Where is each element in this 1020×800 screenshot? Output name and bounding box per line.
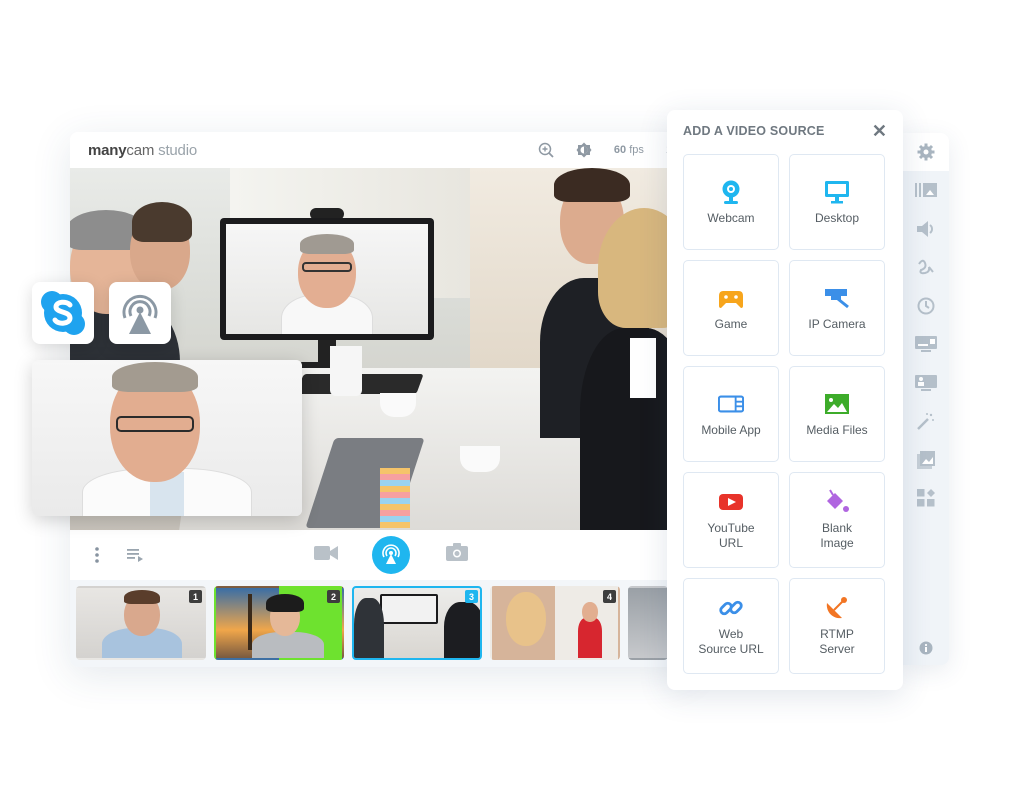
- source-tile-ip-camera[interactable]: IP Camera: [789, 260, 885, 356]
- sticky-notes: [380, 468, 410, 528]
- more-vertical-icon[interactable]: [94, 546, 100, 564]
- tile-label: Media Files: [806, 422, 868, 437]
- tile-label: Desktop: [814, 210, 860, 225]
- source-tile-youtube-url[interactable]: YouTube URL: [683, 472, 779, 568]
- source-grid: Webcam Desktop Game IP Camera Mobile App…: [683, 154, 887, 674]
- source-tile-blank-image[interactable]: Blank Image: [789, 472, 885, 568]
- rail-audio[interactable]: [903, 210, 949, 249]
- rail-drawing[interactable]: [903, 248, 949, 287]
- satellite-dish-icon: [826, 597, 847, 619]
- fps-indicator[interactable]: 60 fps: [614, 144, 644, 156]
- tile-label: Web Source URL: [698, 627, 764, 656]
- coffee-cup: [380, 393, 416, 417]
- playlist-icon[interactable]: [127, 548, 143, 562]
- preset-thumbnail-2[interactable]: 2: [214, 586, 344, 660]
- coffee-cup-2: [460, 446, 500, 472]
- preset-thumbnail-3[interactable]: 3: [352, 586, 482, 660]
- mobile-app-icon: [718, 395, 744, 412]
- image-overlay-icon: [917, 450, 935, 469]
- skype-icon: [41, 291, 85, 335]
- logo-bold: many: [88, 141, 127, 159]
- logo-suffix: studio: [158, 141, 197, 159]
- monitor-screen: [226, 224, 428, 334]
- logo-light: cam: [126, 141, 155, 159]
- rail-lower-thirds[interactable]: [903, 325, 949, 364]
- tile-label: IP Camera: [808, 316, 866, 331]
- desktop-icon: [825, 180, 849, 203]
- panel-header: ADD A VIDEO SOURCE ✕: [683, 122, 887, 140]
- app-logo: manycam studio: [88, 142, 197, 159]
- rail-settings[interactable]: [903, 133, 949, 171]
- paint-bucket-icon: [827, 489, 849, 512]
- preset-number: 4: [603, 590, 616, 603]
- source-tile-webcam[interactable]: Webcam: [683, 154, 779, 250]
- drawing-icon: [918, 260, 934, 275]
- preset-thumbnail-4[interactable]: 4: [490, 586, 620, 660]
- side-rail: [903, 133, 949, 665]
- rail-layers[interactable]: [903, 171, 949, 210]
- source-tile-desktop[interactable]: Desktop: [789, 154, 885, 250]
- tile-label: Webcam: [707, 210, 755, 225]
- fps-value: 60: [613, 144, 627, 156]
- effects-wand-icon: [917, 413, 934, 431]
- broadcast-overlay[interactable]: [109, 282, 171, 344]
- youtube-icon: [719, 494, 743, 510]
- rail-clock[interactable]: [903, 287, 949, 326]
- picture-in-picture-video[interactable]: [32, 360, 302, 516]
- webcam-icon: [722, 180, 740, 204]
- zoom-in-icon[interactable]: [538, 142, 554, 158]
- source-tile-web-source-url[interactable]: Web Source URL: [683, 578, 779, 674]
- titlebar: manycamstudio 60 fps 1: [70, 132, 690, 168]
- close-icon[interactable]: ✕: [872, 122, 887, 140]
- preset-thumbnail-1[interactable]: 1: [76, 586, 206, 660]
- image-icon: [825, 393, 849, 414]
- brightness-icon[interactable]: [576, 142, 592, 158]
- tile-label: Game: [714, 316, 748, 331]
- video-camera-icon[interactable]: [314, 545, 338, 561]
- rail-effects[interactable]: [903, 402, 949, 441]
- clock-icon: [917, 297, 935, 315]
- source-tile-media-files[interactable]: Media Files: [789, 366, 885, 462]
- tile-label: RTMP Server: [819, 627, 855, 656]
- title-controls: 60 fps 1: [538, 142, 672, 158]
- rail-widgets[interactable]: [903, 479, 949, 518]
- source-tile-game[interactable]: Game: [683, 260, 779, 356]
- broadcast-icon: [382, 544, 400, 564]
- preset-strip: 1 2 3 4: [70, 580, 690, 667]
- camera-snapshot-icon[interactable]: [446, 543, 468, 561]
- settings-icon: [917, 143, 935, 161]
- ip-camera-icon: [825, 288, 849, 308]
- monitor: [220, 218, 434, 340]
- lower-thirds-icon: [915, 336, 937, 353]
- tile-label: YouTube URL: [707, 521, 755, 550]
- broadcast-tower-icon: [122, 295, 158, 334]
- layers-icon: [915, 183, 937, 198]
- preset-number: 3: [465, 590, 478, 603]
- broadcast-button[interactable]: [372, 536, 410, 574]
- skype-overlay[interactable]: [32, 282, 94, 344]
- rail-image-overlay[interactable]: [903, 441, 949, 480]
- audio-icon: [917, 220, 933, 237]
- add-video-source-panel: ADD A VIDEO SOURCE ✕ Webcam Desktop Game…: [667, 110, 903, 690]
- source-tile-mobile-app[interactable]: Mobile App: [683, 366, 779, 462]
- panel-title: ADD A VIDEO SOURCE: [683, 124, 825, 138]
- preset-number: 2: [327, 590, 340, 603]
- widgets-icon: [917, 489, 935, 507]
- source-tile-rtmp-server[interactable]: RTMP Server: [789, 578, 885, 674]
- control-bar: [70, 530, 690, 580]
- pen-cup: [330, 346, 362, 396]
- fps-unit: fps: [629, 144, 644, 156]
- tile-label: Blank Image: [820, 521, 854, 550]
- preset-number: 1: [189, 590, 202, 603]
- gamepad-icon: [719, 290, 743, 308]
- info-icon: [919, 641, 933, 655]
- preset-thumbnail-5[interactable]: [628, 586, 668, 660]
- rail-info[interactable]: [903, 641, 949, 655]
- presenter-icon: [915, 374, 937, 391]
- link-icon: [719, 600, 743, 616]
- tile-label: Mobile App: [701, 422, 761, 437]
- rail-presenter[interactable]: [903, 364, 949, 403]
